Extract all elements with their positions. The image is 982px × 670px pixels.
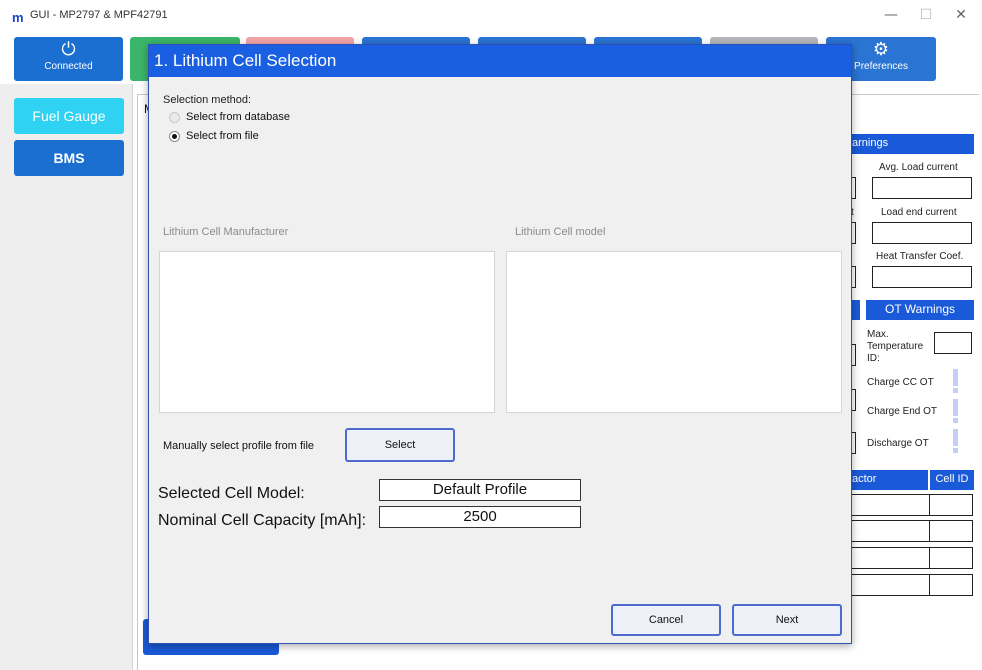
close-button[interactable]: ✕: [948, 4, 974, 26]
charge-end-ot-label: Charge End OT: [867, 406, 938, 417]
cell-id-header: Cell ID: [930, 470, 974, 490]
charge-cc-ot-indicator-icon: [953, 369, 958, 393]
window-title: GUI - MP2797 & MPF42791: [30, 9, 168, 21]
manual-select-label: Manually select profile from file: [163, 440, 315, 452]
sidebar-item-bms[interactable]: BMS: [14, 140, 124, 176]
table-cell[interactable]: [929, 574, 973, 596]
window-titlebar: m GUI - MP2797 & MPF42791 — ☐ ✕: [0, 0, 982, 32]
charge-end-ot-indicator-icon: [953, 399, 958, 423]
heat-transfer-label: Heat Transfer Coef.: [876, 251, 964, 262]
heat-transfer-field[interactable]: [872, 266, 972, 288]
radio-circle-file[interactable]: [169, 130, 180, 142]
nominal-capacity-label: Nominal Cell Capacity [mAh]:: [158, 512, 367, 529]
charge-cc-ot-label: Charge CC OT: [867, 377, 934, 388]
next-button[interactable]: Next: [732, 604, 842, 636]
option-database-label: Select from database: [186, 111, 290, 123]
radio-option-database[interactable]: Select from database: [169, 110, 290, 124]
option-file-label: Select from file: [186, 130, 259, 142]
minimize-button[interactable]: —: [878, 4, 904, 26]
sidebar-item-fuel-gauge[interactable]: Fuel Gauge: [14, 98, 124, 134]
cancel-button[interactable]: Cancel: [611, 604, 721, 636]
factor-header: actor: [848, 470, 928, 490]
connected-button[interactable]: ⏻ Connected: [14, 37, 123, 81]
ot-warnings-header: OT Warnings: [866, 300, 974, 320]
manufacturer-list[interactable]: [159, 251, 495, 413]
table-cell[interactable]: [846, 494, 930, 516]
load-end-current-field[interactable]: [872, 222, 972, 244]
selection-method-label: Selection method:: [163, 94, 252, 106]
avg-load-current-field[interactable]: [872, 177, 972, 199]
partial-blue-bar: [852, 300, 860, 320]
dialog-title: 1. Lithium Cell Selection: [149, 45, 851, 77]
power-icon: ⏻: [61, 39, 76, 60]
radio-option-file[interactable]: Select from file: [169, 129, 259, 143]
table-cell[interactable]: [929, 547, 973, 569]
table-cell[interactable]: [846, 547, 930, 569]
model-label: Lithium Cell model: [515, 226, 606, 238]
sidebar: Fuel Gauge BMS: [0, 84, 133, 670]
model-list[interactable]: [506, 251, 842, 413]
max-temperature-id-label: Max. Temperature ID:: [867, 329, 924, 364]
selected-cell-model-label: Selected Cell Model:: [158, 485, 305, 502]
lithium-cell-selection-dialog: 1. Lithium Cell Selection Selection meth…: [148, 44, 852, 644]
app-logo: m: [12, 10, 24, 25]
max-temperature-id-field[interactable]: [934, 332, 972, 354]
table-cell[interactable]: [846, 574, 930, 596]
maximize-button[interactable]: ☐: [913, 4, 939, 26]
manufacturer-label: Lithium Cell Manufacturer: [163, 226, 289, 238]
table-cell[interactable]: [929, 520, 973, 542]
dialog-body: Selection method: Select from database S…: [149, 77, 851, 643]
warnings-header: arnings: [848, 134, 974, 154]
table-cell[interactable]: [929, 494, 973, 516]
selected-cell-model-value: Default Profile: [379, 479, 581, 501]
discharge-ot-label: Discharge OT: [867, 438, 929, 449]
nominal-capacity-value[interactable]: 2500: [379, 506, 581, 528]
discharge-ot-indicator-icon: [953, 429, 958, 453]
load-end-current-label: Load end current: [881, 207, 957, 218]
radio-circle-database[interactable]: [169, 111, 180, 123]
avg-load-current-label: Avg. Load current: [879, 162, 958, 173]
connected-label: Connected: [44, 61, 93, 72]
select-file-button[interactable]: Select: [345, 428, 455, 462]
table-cell[interactable]: [846, 520, 930, 542]
